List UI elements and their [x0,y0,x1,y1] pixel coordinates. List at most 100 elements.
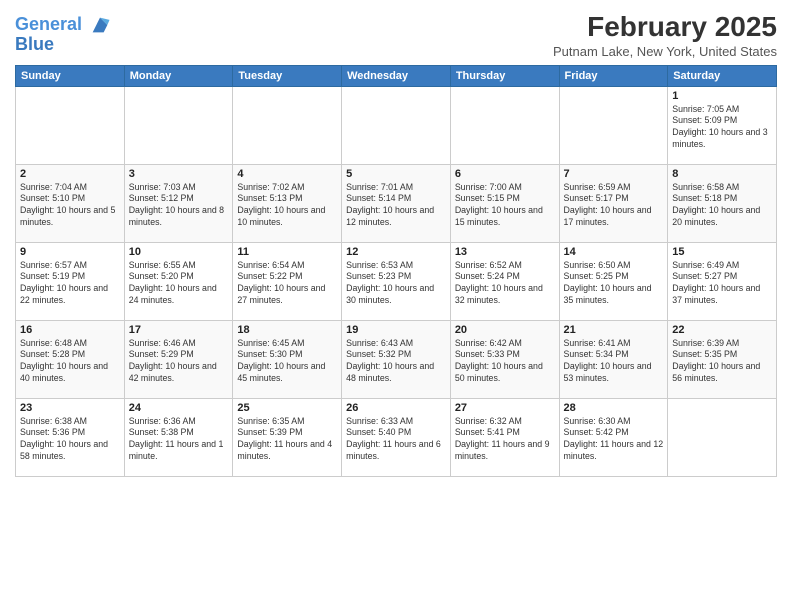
calendar-week-2: 2 Sunrise: 7:04 AMSunset: 5:10 PMDaylight… [16,164,777,242]
day-number: 7 [564,168,664,180]
calendar: SundayMondayTuesdayWednesdayThursdayFrid… [15,65,777,477]
day-number: 14 [564,246,664,258]
day-number: 1 [672,90,772,102]
calendar-cell: 12 Sunrise: 6:53 AMSunset: 5:23 PMDayligh… [342,242,451,320]
main-title: February 2025 [553,10,777,44]
day-info: Sunrise: 7:01 AMSunset: 5:14 PMDaylight:… [346,182,446,230]
weekday-header-monday: Monday [124,65,233,86]
calendar-cell [233,86,342,164]
day-info: Sunrise: 6:46 AMSunset: 5:29 PMDaylight:… [129,338,229,386]
calendar-cell: 1 Sunrise: 7:05 AMSunset: 5:09 PMDaylight… [668,86,777,164]
calendar-cell [450,86,559,164]
day-info: Sunrise: 7:05 AMSunset: 5:09 PMDaylight:… [672,104,772,152]
calendar-cell: 17 Sunrise: 6:46 AMSunset: 5:29 PMDayligh… [124,320,233,398]
day-info: Sunrise: 6:50 AMSunset: 5:25 PMDaylight:… [564,260,664,308]
day-number: 21 [564,324,664,336]
calendar-week-5: 23 Sunrise: 6:38 AMSunset: 5:36 PMDayligh… [16,398,777,476]
day-info: Sunrise: 6:59 AMSunset: 5:17 PMDaylight:… [564,182,664,230]
day-number: 22 [672,324,772,336]
calendar-cell: 2 Sunrise: 7:04 AMSunset: 5:10 PMDaylight… [16,164,125,242]
day-info: Sunrise: 6:45 AMSunset: 5:30 PMDaylight:… [237,338,337,386]
day-info: Sunrise: 6:52 AMSunset: 5:24 PMDaylight:… [455,260,555,308]
title-block: February 2025 Putnam Lake, New York, Uni… [553,10,777,59]
calendar-cell: 5Sunrise: 7:01 AMSunset: 5:14 PMDaylight… [342,164,451,242]
calendar-cell: 27Sunrise: 6:32 AMSunset: 5:41 PMDayligh… [450,398,559,476]
calendar-cell: 9 Sunrise: 6:57 AMSunset: 5:19 PMDaylight… [16,242,125,320]
header: General Blue February 2025 Putnam Lake, … [15,10,777,59]
day-info: Sunrise: 6:33 AMSunset: 5:40 PMDaylight:… [346,416,446,464]
calendar-cell: 25 Sunrise: 6:35 AMSunset: 5:39 PMDayligh… [233,398,342,476]
day-number: 4 [237,168,337,180]
calendar-cell: 20Sunrise: 6:42 AMSunset: 5:33 PMDayligh… [450,320,559,398]
day-number: 19 [346,324,446,336]
day-number: 18 [237,324,337,336]
calendar-cell: 4 Sunrise: 7:02 AMSunset: 5:13 PMDaylight… [233,164,342,242]
day-info: Sunrise: 7:02 AMSunset: 5:13 PMDaylight:… [237,182,337,230]
day-number: 3 [129,168,229,180]
calendar-cell [668,398,777,476]
calendar-cell: 16Sunrise: 6:48 AMSunset: 5:28 PMDayligh… [16,320,125,398]
logo: General Blue [15,14,111,55]
day-number: 16 [20,324,120,336]
day-number: 8 [672,168,772,180]
day-info: Sunrise: 6:57 AMSunset: 5:19 PMDaylight:… [20,260,120,308]
day-info: Sunrise: 6:58 AMSunset: 5:18 PMDaylight:… [672,182,772,230]
day-info: Sunrise: 6:41 AMSunset: 5:34 PMDaylight:… [564,338,664,386]
logo-line2: Blue [15,34,111,55]
day-info: Sunrise: 6:35 AMSunset: 5:39 PMDaylight:… [237,416,337,464]
calendar-cell: 13Sunrise: 6:52 AMSunset: 5:24 PMDayligh… [450,242,559,320]
day-info: Sunrise: 7:00 AMSunset: 5:15 PMDaylight:… [455,182,555,230]
day-number: 2 [20,168,120,180]
weekday-header-thursday: Thursday [450,65,559,86]
calendar-week-1: 1 Sunrise: 7:05 AMSunset: 5:09 PMDaylight… [16,86,777,164]
calendar-body: 1 Sunrise: 7:05 AMSunset: 5:09 PMDaylight… [16,86,777,476]
day-info: Sunrise: 6:38 AMSunset: 5:36 PMDaylight:… [20,416,120,464]
calendar-cell: 8 Sunrise: 6:58 AMSunset: 5:18 PMDaylight… [668,164,777,242]
day-number: 26 [346,402,446,414]
day-info: Sunrise: 6:39 AMSunset: 5:35 PMDaylight:… [672,338,772,386]
day-number: 23 [20,402,120,414]
day-info: Sunrise: 7:04 AMSunset: 5:10 PMDaylight:… [20,182,120,230]
calendar-cell: 24 Sunrise: 6:36 AMSunset: 5:38 PMDayligh… [124,398,233,476]
calendar-cell: 21 Sunrise: 6:41 AMSunset: 5:34 PMDayligh… [559,320,668,398]
weekday-header-saturday: Saturday [668,65,777,86]
calendar-cell [559,86,668,164]
calendar-cell: 14 Sunrise: 6:50 AMSunset: 5:25 PMDayligh… [559,242,668,320]
day-info: Sunrise: 6:54 AMSunset: 5:22 PMDaylight:… [237,260,337,308]
day-number: 15 [672,246,772,258]
calendar-cell: 10 Sunrise: 6:55 AMSunset: 5:20 PMDayligh… [124,242,233,320]
calendar-cell: 19 Sunrise: 6:43 AMSunset: 5:32 PMDayligh… [342,320,451,398]
calendar-cell [16,86,125,164]
calendar-cell: 26 Sunrise: 6:33 AMSunset: 5:40 PMDayligh… [342,398,451,476]
day-info: Sunrise: 6:53 AMSunset: 5:23 PMDaylight:… [346,260,446,308]
day-info: Sunrise: 6:36 AMSunset: 5:38 PMDaylight:… [129,416,229,464]
weekday-header-sunday: Sunday [16,65,125,86]
day-info: Sunrise: 6:49 AMSunset: 5:27 PMDaylight:… [672,260,772,308]
logo-text: General [15,14,111,36]
calendar-cell [124,86,233,164]
day-number: 12 [346,246,446,258]
calendar-cell: 15 Sunrise: 6:49 AMSunset: 5:27 PMDayligh… [668,242,777,320]
weekday-header-row: SundayMondayTuesdayWednesdayThursdayFrid… [16,65,777,86]
calendar-cell: 11 Sunrise: 6:54 AMSunset: 5:22 PMDayligh… [233,242,342,320]
calendar-cell: 28Sunrise: 6:30 AMSunset: 5:42 PMDayligh… [559,398,668,476]
day-info: Sunrise: 6:42 AMSunset: 5:33 PMDaylight:… [455,338,555,386]
day-number: 17 [129,324,229,336]
weekday-header-wednesday: Wednesday [342,65,451,86]
calendar-cell: 3 Sunrise: 7:03 AMSunset: 5:12 PMDaylight… [124,164,233,242]
calendar-cell: 18 Sunrise: 6:45 AMSunset: 5:30 PMDayligh… [233,320,342,398]
calendar-cell: 7 Sunrise: 6:59 AMSunset: 5:17 PMDaylight… [559,164,668,242]
day-info: Sunrise: 7:03 AMSunset: 5:12 PMDaylight:… [129,182,229,230]
day-number: 24 [129,402,229,414]
day-info: Sunrise: 6:55 AMSunset: 5:20 PMDaylight:… [129,260,229,308]
day-info: Sunrise: 6:32 AMSunset: 5:41 PMDaylight:… [455,416,555,464]
day-number: 28 [564,402,664,414]
day-number: 9 [20,246,120,258]
calendar-week-3: 9 Sunrise: 6:57 AMSunset: 5:19 PMDaylight… [16,242,777,320]
day-number: 10 [129,246,229,258]
weekday-header-tuesday: Tuesday [233,65,342,86]
day-number: 6 [455,168,555,180]
day-number: 11 [237,246,337,258]
day-info: Sunrise: 6:43 AMSunset: 5:32 PMDaylight:… [346,338,446,386]
day-number: 25 [237,402,337,414]
